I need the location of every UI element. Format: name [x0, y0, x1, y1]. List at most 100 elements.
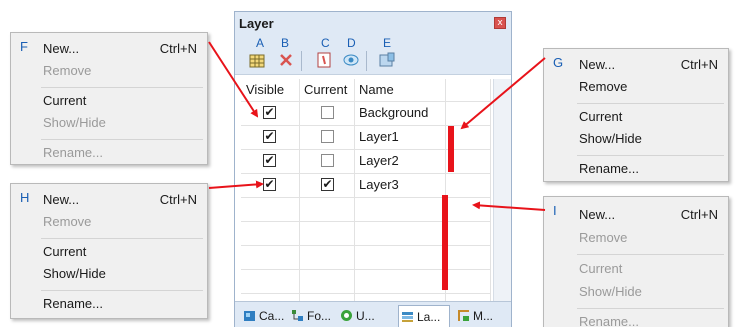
menu-item-new-label: New...	[43, 192, 80, 207]
frame-icon	[458, 310, 469, 321]
menu-item-new[interactable]: New... Ctrl+N	[43, 190, 197, 210]
panel-titlebar[interactable]: Layer x	[235, 12, 511, 35]
grid-line	[241, 173, 491, 174]
menu-separator	[41, 139, 203, 140]
set-current-icon[interactable]	[315, 51, 333, 69]
column-header-name[interactable]: Name	[359, 79, 394, 101]
context-menu-f: F New... Ctrl+N Remove Current Show/Hide …	[10, 32, 208, 165]
menu-tag-i: I	[553, 203, 557, 218]
visible-checkbox[interactable]: ✔	[263, 154, 276, 167]
menu-item-showhide-label: Show/Hide	[43, 115, 106, 130]
delete-layer-icon[interactable]	[277, 51, 295, 69]
layer-panel: Layer x A B C D E Visible Current Name ✔…	[234, 11, 512, 327]
menu-item-rename[interactable]: Rename...	[579, 312, 718, 327]
menu-item-rename[interactable]: Rename...	[579, 159, 718, 179]
toolbar-label-b: B	[281, 36, 290, 50]
menu-tag-g: G	[553, 55, 564, 70]
context-menu-g: G New... Ctrl+N Remove Current Show/Hide …	[543, 48, 729, 182]
panel-title: Layer	[239, 16, 274, 31]
toolbar-label-e: E	[383, 36, 392, 50]
layer-name[interactable]: Layer1	[359, 129, 399, 144]
menu-item-rename[interactable]: Rename...	[43, 143, 197, 163]
current-checkbox[interactable]	[321, 154, 334, 167]
menu-item-current-label: Current	[43, 244, 87, 259]
menu-separator	[41, 238, 203, 239]
current-checkbox[interactable]: ✔	[321, 178, 334, 191]
new-layer-icon[interactable]	[248, 51, 266, 69]
tab-m-label: M...	[473, 309, 493, 323]
menu-item-showhide[interactable]: Show/Hide	[579, 282, 718, 302]
menu-item-current-label: Current	[43, 93, 87, 108]
menu-item-current[interactable]: Current	[43, 91, 197, 111]
menu-separator	[577, 155, 724, 156]
menu-item-current[interactable]: Current	[43, 242, 197, 262]
close-icon[interactable]: x	[494, 17, 506, 29]
layers-icon	[402, 312, 413, 322]
tab-m[interactable]: M...	[455, 305, 493, 327]
menu-separator	[577, 103, 724, 104]
menu-item-remove[interactable]: Remove	[43, 61, 197, 81]
menu-item-showhide-label: Show/Hide	[579, 131, 642, 146]
visible-checkbox[interactable]: ✔	[263, 130, 276, 143]
menu-item-remove[interactable]: Remove	[579, 77, 718, 97]
show-hide-icon[interactable]	[342, 51, 360, 69]
current-checkbox[interactable]	[321, 130, 334, 143]
menu-separator	[41, 290, 203, 291]
grid-line	[241, 149, 491, 150]
menu-item-current[interactable]: Current	[579, 107, 718, 127]
rename-layer-icon[interactable]	[378, 51, 396, 69]
toolbar-separator	[366, 51, 367, 71]
grid-line	[241, 269, 491, 270]
visible-checkbox[interactable]: ✔	[263, 178, 276, 191]
current-checkbox[interactable]	[321, 106, 334, 119]
grid-line	[241, 197, 491, 198]
menu-item-new-label: New...	[43, 41, 80, 56]
column-header-current[interactable]: Current	[304, 79, 347, 101]
menu-item-new[interactable]: New... Ctrl+N	[579, 55, 718, 75]
menu-item-rename-label: Rename...	[579, 161, 639, 176]
menu-separator	[577, 308, 724, 309]
menu-tag-f: F	[20, 39, 28, 54]
column-header-visible[interactable]: Visible	[246, 79, 284, 101]
menu-item-showhide[interactable]: Show/Hide	[579, 129, 718, 149]
menu-item-showhide[interactable]: Show/Hide	[43, 113, 197, 133]
toolbar-separator	[301, 51, 302, 71]
tab-ca-label: Ca...	[259, 309, 285, 323]
menu-item-remove[interactable]: Remove	[579, 228, 718, 248]
menu-item-showhide[interactable]: Show/Hide	[43, 264, 197, 284]
tab-la[interactable]: La...	[398, 305, 450, 327]
menu-item-remove-label: Remove	[43, 214, 92, 229]
tree-icon	[292, 310, 303, 321]
tab-u[interactable]: U...	[338, 305, 375, 327]
menu-item-rename-label: Rename...	[43, 296, 103, 311]
tab-fo[interactable]: Fo...	[289, 305, 331, 327]
panel-tabs: Ca... Fo... U... La... M...	[235, 301, 511, 327]
globe-icon	[341, 310, 352, 321]
menu-item-current-label: Current	[579, 261, 623, 276]
layer-grid: Visible Current Name ✔ Background ✔ Layer1 ✔…	[241, 79, 491, 301]
layer-name[interactable]: Layer3	[359, 177, 399, 192]
toolbar-label-a: A	[256, 36, 265, 50]
menu-item-current[interactable]: Current	[579, 259, 718, 279]
grid-line	[299, 79, 300, 301]
menu-item-rename[interactable]: Rename...	[43, 294, 197, 314]
menu-item-new-label: New...	[579, 207, 616, 222]
menu-item-remove-label: Remove	[43, 63, 92, 78]
menu-item-new[interactable]: New... Ctrl+N	[579, 205, 718, 225]
grid-line	[241, 101, 491, 102]
tab-ca[interactable]: Ca...	[241, 305, 284, 327]
menu-tag-h: H	[20, 190, 30, 205]
menu-item-remove[interactable]: Remove	[43, 212, 197, 232]
context-menu-i: I New... Ctrl+N Remove Current Show/Hide …	[543, 196, 729, 327]
scrollbar[interactable]	[493, 79, 511, 301]
visible-checkbox[interactable]: ✔	[263, 106, 276, 119]
tab-la-label: La...	[417, 310, 441, 324]
layer-name[interactable]: Layer2	[359, 153, 399, 168]
menu-item-new-label: New...	[579, 57, 616, 72]
menu-item-new-shortcut: Ctrl+N	[159, 192, 197, 207]
menu-item-new[interactable]: New... Ctrl+N	[43, 39, 197, 59]
menu-item-new-shortcut: Ctrl+N	[159, 41, 197, 56]
grid-line	[241, 245, 491, 246]
layer-toolbar: A B C D E	[235, 35, 511, 75]
layer-name[interactable]: Background	[359, 105, 428, 120]
